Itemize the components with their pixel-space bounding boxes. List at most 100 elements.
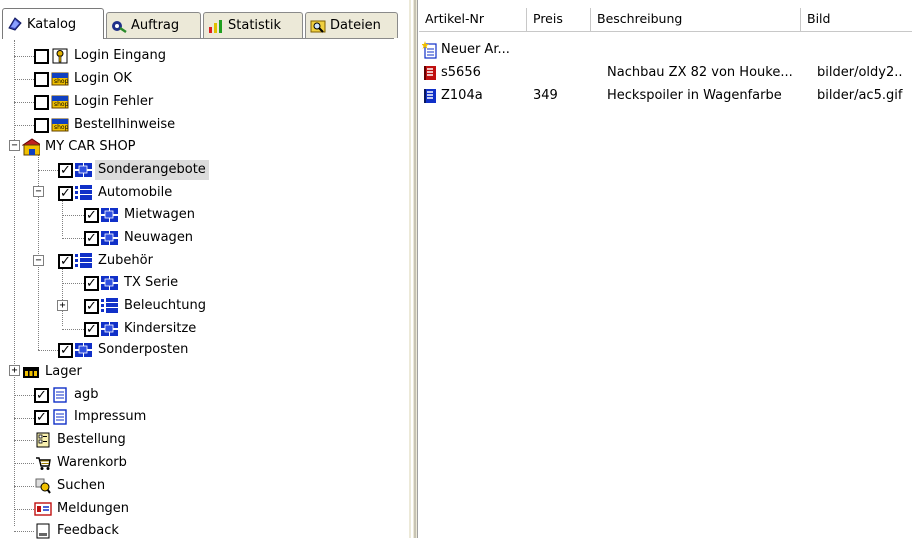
tree-item-login-fehler[interactable]: shop Login Fehler — [34, 91, 156, 113]
tab-katalog[interactable]: Katalog — [2, 8, 104, 39]
tree-item-label: TX Serie — [124, 275, 179, 290]
checkbox[interactable] — [34, 94, 49, 110]
column-header-bild[interactable]: Bild — [801, 8, 912, 32]
tab-label: Dateien — [330, 18, 381, 33]
tree-item-feedback[interactable]: Feedback — [34, 520, 122, 542]
checkbox[interactable]: ✓ — [84, 275, 99, 291]
tree-item-label: Beleuchtung — [124, 298, 206, 313]
tab-label: Katalog — [27, 16, 77, 32]
tree-item-label: Kindersitze — [124, 321, 197, 336]
article-red-icon — [421, 64, 439, 82]
shop-icon: shop — [51, 70, 69, 88]
cell-artikel-nr: Z104a — [441, 88, 483, 103]
tree-item-label: Login Eingang — [74, 48, 166, 63]
tab-bar: Katalog Auftrag Statistik Dateien — [2, 8, 402, 39]
checkbox[interactable]: ✓ — [84, 321, 99, 337]
expand-toggle-beleuchtung[interactable]: + — [57, 300, 68, 311]
tree-item-tx-serie[interactable]: ✓ TX Serie — [84, 272, 181, 294]
tree-item-label: Bestellung — [57, 432, 126, 447]
checkbox[interactable] — [34, 117, 49, 133]
cell-artikel-nr: Neuer Ar... — [441, 42, 510, 57]
list-row[interactable]: Neuer Ar... — [419, 39, 912, 61]
cell-bild: bilder/ac5.gif — [817, 88, 903, 103]
shop-icon: shop — [51, 116, 69, 134]
checkbox[interactable] — [34, 48, 49, 64]
tab-label: Statistik — [228, 18, 282, 33]
tree-item-kindersitze[interactable]: ✓ Kindersitze — [84, 318, 199, 340]
collapse-toggle-automobile[interactable]: − — [33, 186, 44, 197]
checkbox[interactable]: ✓ — [84, 298, 99, 314]
tree-item-sonderposten[interactable]: ✓ Sonderposten — [58, 339, 191, 361]
tree-item-label: Login Fehler — [74, 94, 154, 109]
tree-item-lager[interactable]: Lager — [22, 361, 85, 383]
checkbox[interactable]: ✓ — [84, 207, 99, 223]
feedback-page-icon — [34, 522, 52, 540]
collapse-toggle-my-car-shop[interactable]: − — [9, 140, 20, 151]
column-header-artikel-nr[interactable]: Artikel-Nr — [419, 8, 527, 32]
list-category-icon — [101, 297, 119, 315]
order-icon — [111, 18, 127, 34]
tree-item-my-car-shop[interactable]: MY CAR SHOP — [22, 136, 139, 158]
tree-item-zubehoer[interactable]: ✓ Zubehör — [58, 250, 156, 272]
tree-item-sonderangebote[interactable]: ✓ Sonderangebote — [58, 159, 209, 181]
tree-item-label: Lager — [45, 364, 82, 379]
tree-item-label: Bestellhinweise — [74, 117, 176, 132]
tree-item-label: Feedback — [57, 523, 119, 538]
list-category-icon — [75, 252, 93, 270]
tree-item-beleuchtung[interactable]: ✓ Beleuchtung — [84, 295, 209, 317]
product-group-icon — [101, 274, 119, 292]
tree-item-label: Sonderposten — [98, 342, 189, 357]
tree-item-meldungen[interactable]: Meldungen — [34, 498, 132, 520]
collapse-toggle-zubehoer[interactable]: − — [33, 255, 44, 266]
tree-item-agb[interactable]: ✓ agb — [34, 384, 101, 406]
chart-icon — [208, 18, 224, 34]
shop-building-icon — [22, 138, 40, 156]
checkbox[interactable] — [34, 71, 49, 87]
tree-item-label: Meldungen — [57, 501, 130, 516]
tree-item-suchen[interactable]: Suchen — [34, 475, 108, 497]
message-icon — [34, 500, 52, 518]
svg-text:shop: shop — [54, 124, 69, 131]
tree-item-impressum[interactable]: ✓ Impressum — [34, 406, 149, 428]
tab-dateien[interactable]: Dateien — [305, 12, 398, 38]
tree-item-bestellung[interactable]: Bestellung — [34, 429, 129, 451]
tree-item-mietwagen[interactable]: ✓ Mietwagen — [84, 204, 198, 226]
list-row[interactable]: Z104a 349 Heckspoiler in Wagenfarbe bild… — [419, 85, 912, 107]
product-group-icon — [101, 320, 119, 338]
checkbox[interactable]: ✓ — [58, 185, 73, 201]
tree-item-login-eingang[interactable]: Login Eingang — [34, 45, 169, 67]
checkbox[interactable]: ✓ — [34, 409, 49, 425]
new-document-icon — [421, 41, 439, 59]
column-header-beschreibung[interactable]: Beschreibung — [591, 8, 801, 32]
checkbox[interactable]: ✓ — [58, 162, 73, 178]
tab-statistik[interactable]: Statistik — [203, 12, 303, 38]
tab-label: Auftrag — [131, 18, 180, 33]
checkbox[interactable]: ✓ — [58, 342, 73, 358]
tree-item-login-ok[interactable]: shop Login OK — [34, 68, 135, 90]
tab-auftrag[interactable]: Auftrag — [106, 12, 201, 38]
cell-preis: 349 — [533, 88, 558, 103]
tree-item-automobile[interactable]: ✓ Automobile — [58, 182, 175, 204]
checkbox[interactable]: ✓ — [84, 230, 99, 246]
tree-item-label: Impressum — [74, 409, 147, 424]
checkbox[interactable]: ✓ — [34, 387, 49, 403]
list-category-icon — [75, 184, 93, 202]
warehouse-icon — [22, 363, 40, 381]
order-form-icon — [34, 431, 52, 449]
expand-toggle-lager[interactable]: + — [9, 365, 20, 376]
checkbox[interactable]: ✓ — [58, 253, 73, 269]
list-row[interactable]: s5656 Nachbau ZX 82 von Houke... bilder/… — [419, 62, 912, 84]
cell-preis — [533, 62, 591, 84]
document-icon — [51, 386, 69, 404]
search-binoculars-icon — [34, 477, 52, 495]
tree-item-warenkorb[interactable]: Warenkorb — [34, 452, 130, 474]
tree-item-bestellhinweise[interactable]: shop Bestellhinweise — [34, 114, 178, 136]
tree-item-neuwagen[interactable]: ✓ Neuwagen — [84, 227, 196, 249]
column-header-preis[interactable]: Preis — [527, 8, 591, 32]
tree-item-label: Zubehör — [98, 253, 153, 268]
list-header: Artikel-Nr Preis Beschreibung Bild — [419, 8, 912, 32]
panel-splitter[interactable] — [408, 0, 418, 538]
catalog-panel: Katalog Auftrag Statistik Dateien − − − … — [0, 0, 412, 539]
product-group-icon — [75, 161, 93, 179]
tree-item-label: Mietwagen — [124, 207, 196, 222]
